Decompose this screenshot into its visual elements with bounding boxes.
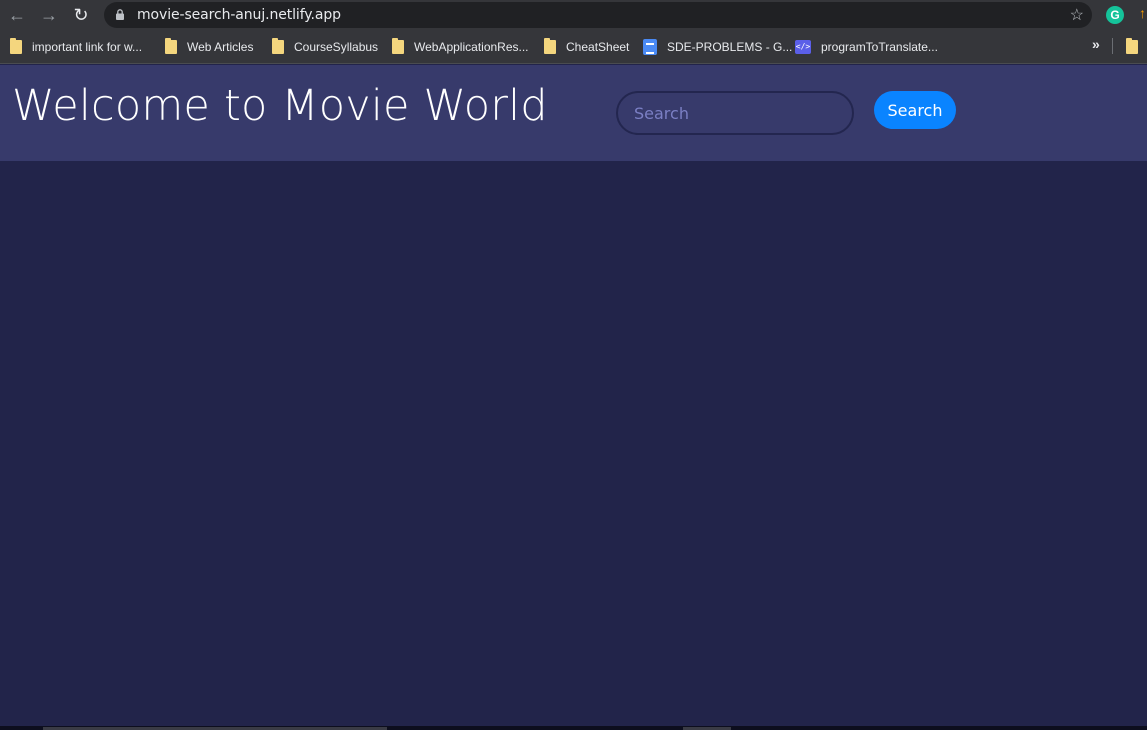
app-header: Welcome to Movie World Search (0, 65, 1147, 161)
forward-arrow-icon[interactable]: → (37, 3, 61, 27)
page-title: Welcome to Movie World (12, 81, 548, 131)
bookmark-star-icon[interactable]: ☆ (1070, 5, 1084, 25)
bookmark-label: Web Articles (187, 40, 254, 54)
bookmark-label: programToTranslate... (821, 40, 938, 54)
address-bar[interactable]: movie-search-anuj.netlify.app ☆ (104, 2, 1092, 28)
reload-icon[interactable]: ↻ (69, 3, 93, 27)
grammarly-extension-icon[interactable]: G (1106, 6, 1124, 24)
browser-toolbar: ← → ↻ movie-search-anuj.netlify.app ☆ G … (0, 0, 1147, 30)
folder-icon (392, 38, 404, 54)
bookmark-label: SDE-PROBLEMS - G... (667, 40, 793, 54)
lock-icon (116, 9, 124, 20)
bookmark-label: WebApplicationRes... (414, 40, 529, 54)
folder-icon (272, 38, 284, 54)
bookmark-item[interactable]: SDE-PROBLEMS - G... (643, 38, 792, 56)
search-button[interactable]: Search (874, 91, 956, 129)
other-bookmarks-folder-icon[interactable] (1126, 38, 1138, 54)
bookmark-item[interactable]: Web Articles (165, 38, 253, 56)
window-bottom-edge (0, 726, 1147, 730)
bookmark-item[interactable]: important link for w... (10, 38, 142, 56)
bookmark-item[interactable]: </> programToTranslate... (795, 38, 938, 56)
search-input[interactable] (616, 91, 854, 135)
results-area (0, 161, 1147, 726)
bookmark-label: CheatSheet (566, 40, 630, 54)
url-text: movie-search-anuj.netlify.app (137, 7, 341, 23)
bookmark-item[interactable]: CourseSyllabus (272, 38, 378, 56)
bookmarks-divider (1112, 38, 1113, 54)
folder-icon (544, 38, 556, 54)
folder-icon (165, 38, 177, 54)
google-docs-icon (643, 39, 657, 55)
bookmarks-bar: important link for w... Web Articles Cou… (0, 30, 1147, 64)
update-arrow-icon[interactable]: ↑ (1139, 5, 1146, 21)
more-bookmarks-chevron-icon[interactable]: » (1092, 36, 1100, 52)
bookmark-item[interactable]: WebApplicationRes... (392, 38, 529, 56)
bookmark-label: important link for w... (32, 40, 143, 54)
code-icon: </> (795, 40, 811, 54)
bookmark-item[interactable]: CheatSheet (544, 38, 629, 56)
back-arrow-icon[interactable]: ← (5, 3, 29, 27)
bookmark-label: CourseSyllabus (294, 40, 379, 54)
folder-icon (10, 38, 22, 54)
